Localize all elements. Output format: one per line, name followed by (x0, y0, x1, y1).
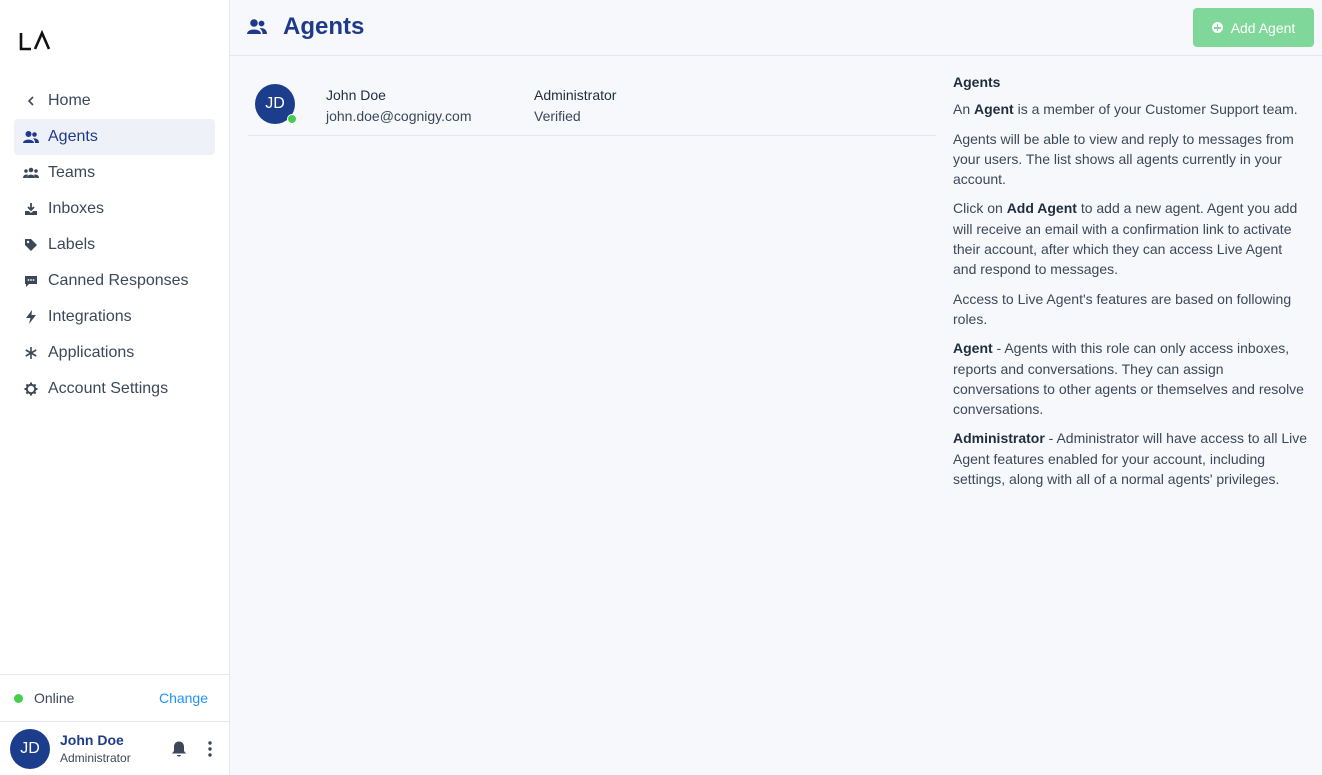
bell-icon (172, 741, 186, 756)
bolt-icon (23, 309, 39, 325)
help-paragraph: Administrator - Administrator will have … (953, 428, 1309, 489)
page-header: Agents Add Agent (230, 0, 1322, 56)
sidebar-item-label: Inboxes (48, 200, 105, 217)
plus-circle-icon (1211, 22, 1223, 33)
sidebar: Home Agents Teams Inboxes Labels Canned … (0, 0, 230, 775)
sidebar-item-label: Account Settings (48, 380, 169, 397)
online-status-dot (287, 114, 297, 124)
sidebar-item-home[interactable]: Home (14, 83, 215, 119)
sidebar-item-labels[interactable]: Labels (14, 227, 215, 263)
agents-list: JD John Doe john.doe@cognigy.com Adminis… (248, 72, 936, 136)
add-agent-label: Add Agent (1230, 19, 1296, 36)
user-info: John Doe Administrator (60, 732, 167, 765)
help-panel: Agents An Agent is a member of your Cust… (953, 72, 1309, 498)
inbox-icon (23, 201, 39, 217)
sidebar-item-label: Applications (48, 344, 135, 361)
help-paragraph: Agent - Agents with this role can only a… (953, 338, 1309, 419)
app-logo[interactable] (19, 29, 53, 52)
sidebar-item-label: Agents (48, 128, 98, 145)
sidebar-item-canned-responses[interactable]: Canned Responses (14, 263, 215, 299)
sidebar-item-label: Teams (48, 164, 96, 181)
sidebar-item-integrations[interactable]: Integrations (14, 299, 215, 335)
sidebar-item-agents[interactable]: Agents (14, 119, 215, 155)
help-text: Click on (953, 200, 1007, 217)
table-row[interactable]: JD John Doe john.doe@cognigy.com Adminis… (248, 72, 936, 136)
add-agent-button[interactable]: Add Agent (1193, 8, 1314, 47)
help-bold-text: Add Agent (1006, 200, 1077, 217)
help-paragraph: Agents will be able to view and reply to… (953, 130, 1294, 188)
avatar-initials: JD (20, 739, 40, 757)
help-text: is a member of your Customer Support tea… (1013, 101, 1298, 118)
change-status-link[interactable]: Change (159, 690, 208, 706)
teams-icon (23, 165, 39, 181)
sidebar-item-label: Canned Responses (48, 272, 189, 289)
user-role: Administrator (60, 751, 131, 765)
online-status-dot (14, 693, 23, 703)
agent-name: John Doe (326, 87, 386, 103)
help-paragraph: An Agent is a member of your Customer Su… (953, 99, 1309, 119)
sidebar-item-label: Integrations (48, 308, 132, 325)
logo-la-icon (19, 29, 51, 51)
chat-icon (23, 273, 39, 289)
tag-icon (23, 237, 39, 253)
gear-icon (23, 381, 39, 397)
page-title: Agents (283, 13, 365, 40)
avatar[interactable]: JD (10, 728, 50, 769)
agent-email: john.doe@cognigy.com (326, 108, 472, 124)
notifications-button[interactable] (167, 737, 191, 761)
avatar-initials: JD (265, 95, 285, 112)
sidebar-item-inboxes[interactable]: Inboxes (14, 191, 215, 227)
sidebar-item-label: Home (48, 92, 91, 109)
help-paragraph: Access to Live Agent's features are base… (953, 290, 1292, 327)
agent-verification-status: Verified (534, 108, 581, 124)
status-text: Online (34, 690, 75, 706)
avatar: JD (255, 84, 297, 124)
sidebar-nav: Home Agents Teams Inboxes Labels Canned … (14, 83, 215, 407)
asterisk-icon (23, 345, 39, 361)
sidebar-item-label: Labels (48, 236, 96, 253)
more-options-button[interactable] (198, 737, 222, 761)
users-icon (247, 18, 267, 40)
user-name: John Doe (60, 732, 124, 748)
help-text: - Agents with this role can only access … (953, 340, 1304, 418)
help-bold-text: Agent (953, 340, 993, 357)
current-user: JD John Doe Administrator (0, 721, 229, 775)
help-bold-text: Agent (974, 101, 1014, 118)
help-paragraph: Click on Add Agent to add a new agent. A… (953, 198, 1309, 279)
users-icon (23, 129, 39, 145)
help-bold-text: Administrator (953, 430, 1045, 447)
sidebar-item-teams[interactable]: Teams (14, 155, 215, 191)
vertical-dots-icon (208, 740, 212, 757)
agent-role: Administrator (534, 87, 617, 103)
help-title: Agents (953, 74, 1001, 90)
sidebar-item-account-settings[interactable]: Account Settings (14, 371, 215, 407)
chevron-left-icon (23, 93, 39, 109)
sidebar-item-applications[interactable]: Applications (14, 335, 215, 371)
availability-status: Online Change (0, 674, 229, 721)
help-text: An (953, 101, 975, 118)
